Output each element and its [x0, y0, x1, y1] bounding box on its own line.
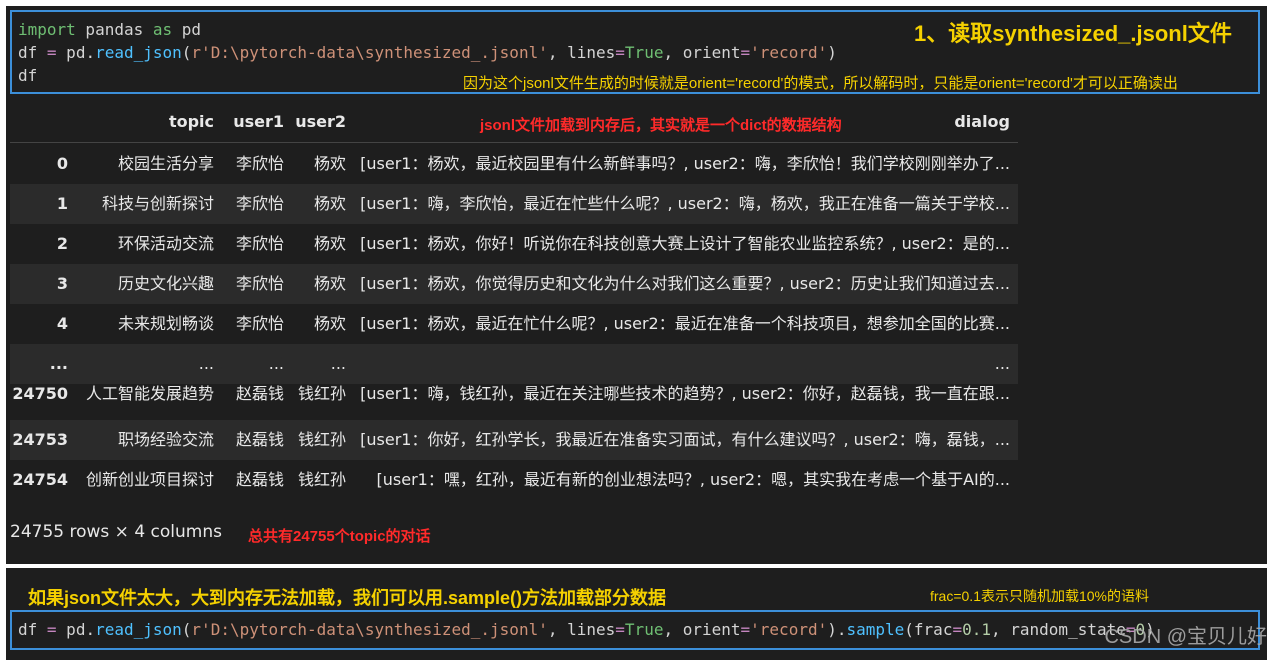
table-row: 24750 人工智能发展趋势 赵磊钱 钱红孙 [user1：嗨，钱红孙，最近在关… — [10, 384, 1018, 402]
row-index: ... — [49, 354, 68, 373]
cell-user2: 杨欢 — [313, 194, 346, 213]
cell-user2: 杨欢 — [313, 314, 346, 333]
cell-topic: 未来规划畅谈 — [117, 314, 214, 333]
row-index: 3 — [56, 274, 68, 293]
row-index: 0 — [56, 154, 68, 173]
cell-user1: 赵磊钱 — [235, 470, 284, 489]
cell-user2: 钱红孙 — [297, 430, 346, 449]
cell-user1: 李欣怡 — [235, 234, 284, 253]
row-index: 4 — [56, 314, 68, 333]
annotation-frac-note: frac=0.1表示只随机加载10%的语料 — [930, 588, 1149, 604]
cell-user2: 钱红孙 — [297, 470, 346, 489]
table-row: 24754 创新创业项目探讨 赵磊钱 钱红孙 [user1：嘿，红孙，最近有新的… — [10, 460, 1018, 500]
cell-dialog: [user1：杨欢，最近校园里有什么新鲜事吗？, user2：嗨，李欣怡！我们学… — [360, 154, 1010, 173]
header-user2: user2 — [295, 112, 346, 131]
row-index: 24754 — [12, 470, 68, 489]
row-index: 1 — [56, 194, 68, 213]
row-index: 2 — [56, 234, 68, 253]
code-line-2: df = pd.read_json(r'D:\pytorch-data\synt… — [18, 43, 837, 62]
cell-user1: 李欣怡 — [235, 154, 284, 173]
table-row-ellipsis: ... ... ... ... ... — [10, 344, 1018, 384]
cell-user1: 赵磊钱 — [235, 384, 284, 402]
cell-dialog: ... — [994, 354, 1010, 373]
annotation-title-1: 1、读取synthesized_.jsonl文件 — [914, 21, 1232, 46]
code-cell-2[interactable]: df = pd.read_json(r'D:\pytorch-data\synt… — [10, 610, 1260, 650]
annotation-dict-note: jsonl文件加载到内存后，其实就是一个dict的数据结构 — [480, 117, 842, 134]
annotation-title-2: 如果json文件太大，大到内存无法加载，我们可以用.sample()方法加载部分… — [28, 588, 667, 608]
cell-user2: 杨欢 — [313, 154, 346, 173]
cell-dialog: [user1：嘿，红孙，最近有新的创业想法吗？, user2：嗯，其实我在考虑一… — [376, 470, 1011, 489]
cell-topic: 校园生活分享 — [117, 154, 214, 173]
cell-topic: 历史文化兴趣 — [117, 274, 214, 293]
header-topic: topic — [168, 112, 214, 131]
cell-user1: 李欣怡 — [235, 194, 284, 213]
row-index: 24750 — [12, 384, 68, 402]
cell-user2: ... — [330, 354, 346, 373]
cell-dialog: [user1：杨欢，你好！听说你在科技创意大赛上设计了智能农业监控系统？, us… — [360, 234, 1010, 253]
cell-user2: 杨欢 — [313, 234, 346, 253]
annotation-orient-note: 因为这个jsonl文件生成的时候就是orient='record'的模式，所以解… — [463, 75, 1178, 92]
code-line-sample: df = pd.read_json(r'D:\pytorch-data\synt… — [18, 620, 1155, 639]
cell-dialog: [user1：杨欢，你觉得历史和文化为什么对我们这么重要？, user2：历史让… — [360, 274, 1010, 293]
table-row: 2 环保活动交流 李欣怡 杨欢 [user1：杨欢，你好！听说你在科技创意大赛上… — [10, 224, 1018, 264]
cell-topic: 科技与创新探讨 — [101, 194, 214, 213]
cell-topic: 创新创业项目探讨 — [85, 470, 214, 489]
header-divider — [10, 142, 1018, 143]
cell-user1: ... — [268, 354, 284, 373]
cell-dialog: [user1：你好，红孙学长，我最近在准备实习面试，有什么建议吗？, user2… — [360, 430, 1010, 449]
cell-topic: 职场经验交流 — [117, 430, 214, 449]
header-user1: user1 — [233, 112, 284, 131]
dataframe-shape: 24755 rows × 4 columns — [10, 522, 222, 542]
cell-user2: 钱红孙 — [297, 384, 346, 402]
cell-user1: 李欣怡 — [235, 274, 284, 293]
cell-user2: 杨欢 — [313, 274, 346, 293]
cell-topic: ... — [198, 354, 214, 373]
code-line-3: df — [18, 66, 38, 85]
table-row: 24753 职场经验交流 赵磊钱 钱红孙 [user1：你好，红孙学长，我最近在… — [10, 420, 1018, 460]
cell-dialog: [user1：杨欢，最近在忙什么呢？, user2：最近在准备一个科技项目，想参… — [360, 314, 1010, 333]
cell-user1: 李欣怡 — [235, 314, 284, 333]
table-row: 0 校园生活分享 李欣怡 杨欢 [user1：杨欢，最近校园里有什么新鲜事吗？,… — [10, 144, 1018, 184]
table-row: 1 科技与创新探讨 李欣怡 杨欢 [user1：嗨，李欣怡，最近在忙些什么呢？,… — [10, 184, 1018, 224]
cell-dialog: [user1：嗨，李欣怡，最近在忙些什么呢？, user2：嗨，杨欢，我正在准备… — [360, 194, 1010, 213]
code-line-1: import pandas as pd — [18, 20, 202, 39]
row-index: 24753 — [12, 430, 68, 449]
cell-topic: 人工智能发展趋势 — [85, 384, 214, 402]
watermark: CSDN @宝贝儿好 — [1104, 626, 1267, 648]
cell-dialog: [user1：嗨，钱红孙，最近在关注哪些技术的趋势？, user2：你好，赵磊钱… — [360, 384, 1010, 402]
cell-topic: 环保活动交流 — [117, 234, 214, 253]
cell-user1: 赵磊钱 — [235, 430, 284, 449]
table-row: 3 历史文化兴趣 李欣怡 杨欢 [user1：杨欢，你觉得历史和文化为什么对我们… — [10, 264, 1018, 304]
annotation-total-note: 总共有24755个topic的对话 — [248, 528, 431, 545]
table-row: 4 未来规划畅谈 李欣怡 杨欢 [user1：杨欢，最近在忙什么呢？, user… — [10, 304, 1018, 344]
